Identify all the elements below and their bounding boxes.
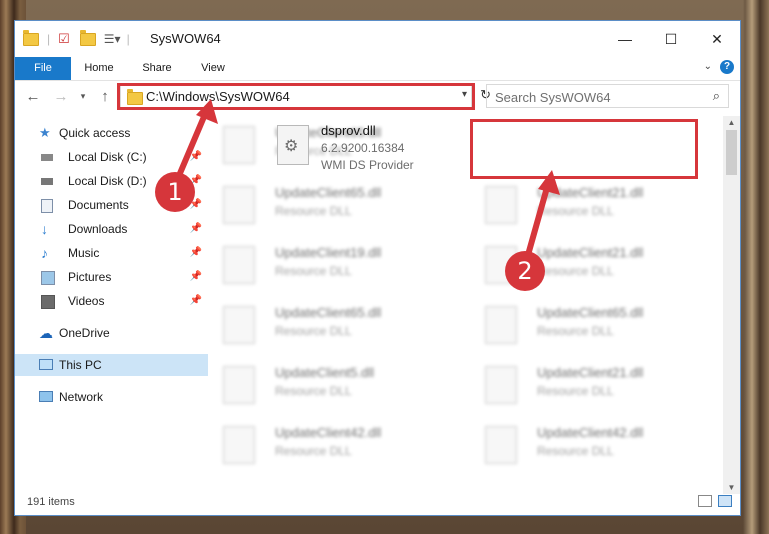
arrow-1 [175, 99, 218, 181]
step-badge-2: 2 [505, 251, 545, 291]
annotation-arrows [175, 99, 560, 258]
arrow-2 [525, 170, 560, 258]
step-badge-1: 1 [155, 172, 195, 212]
